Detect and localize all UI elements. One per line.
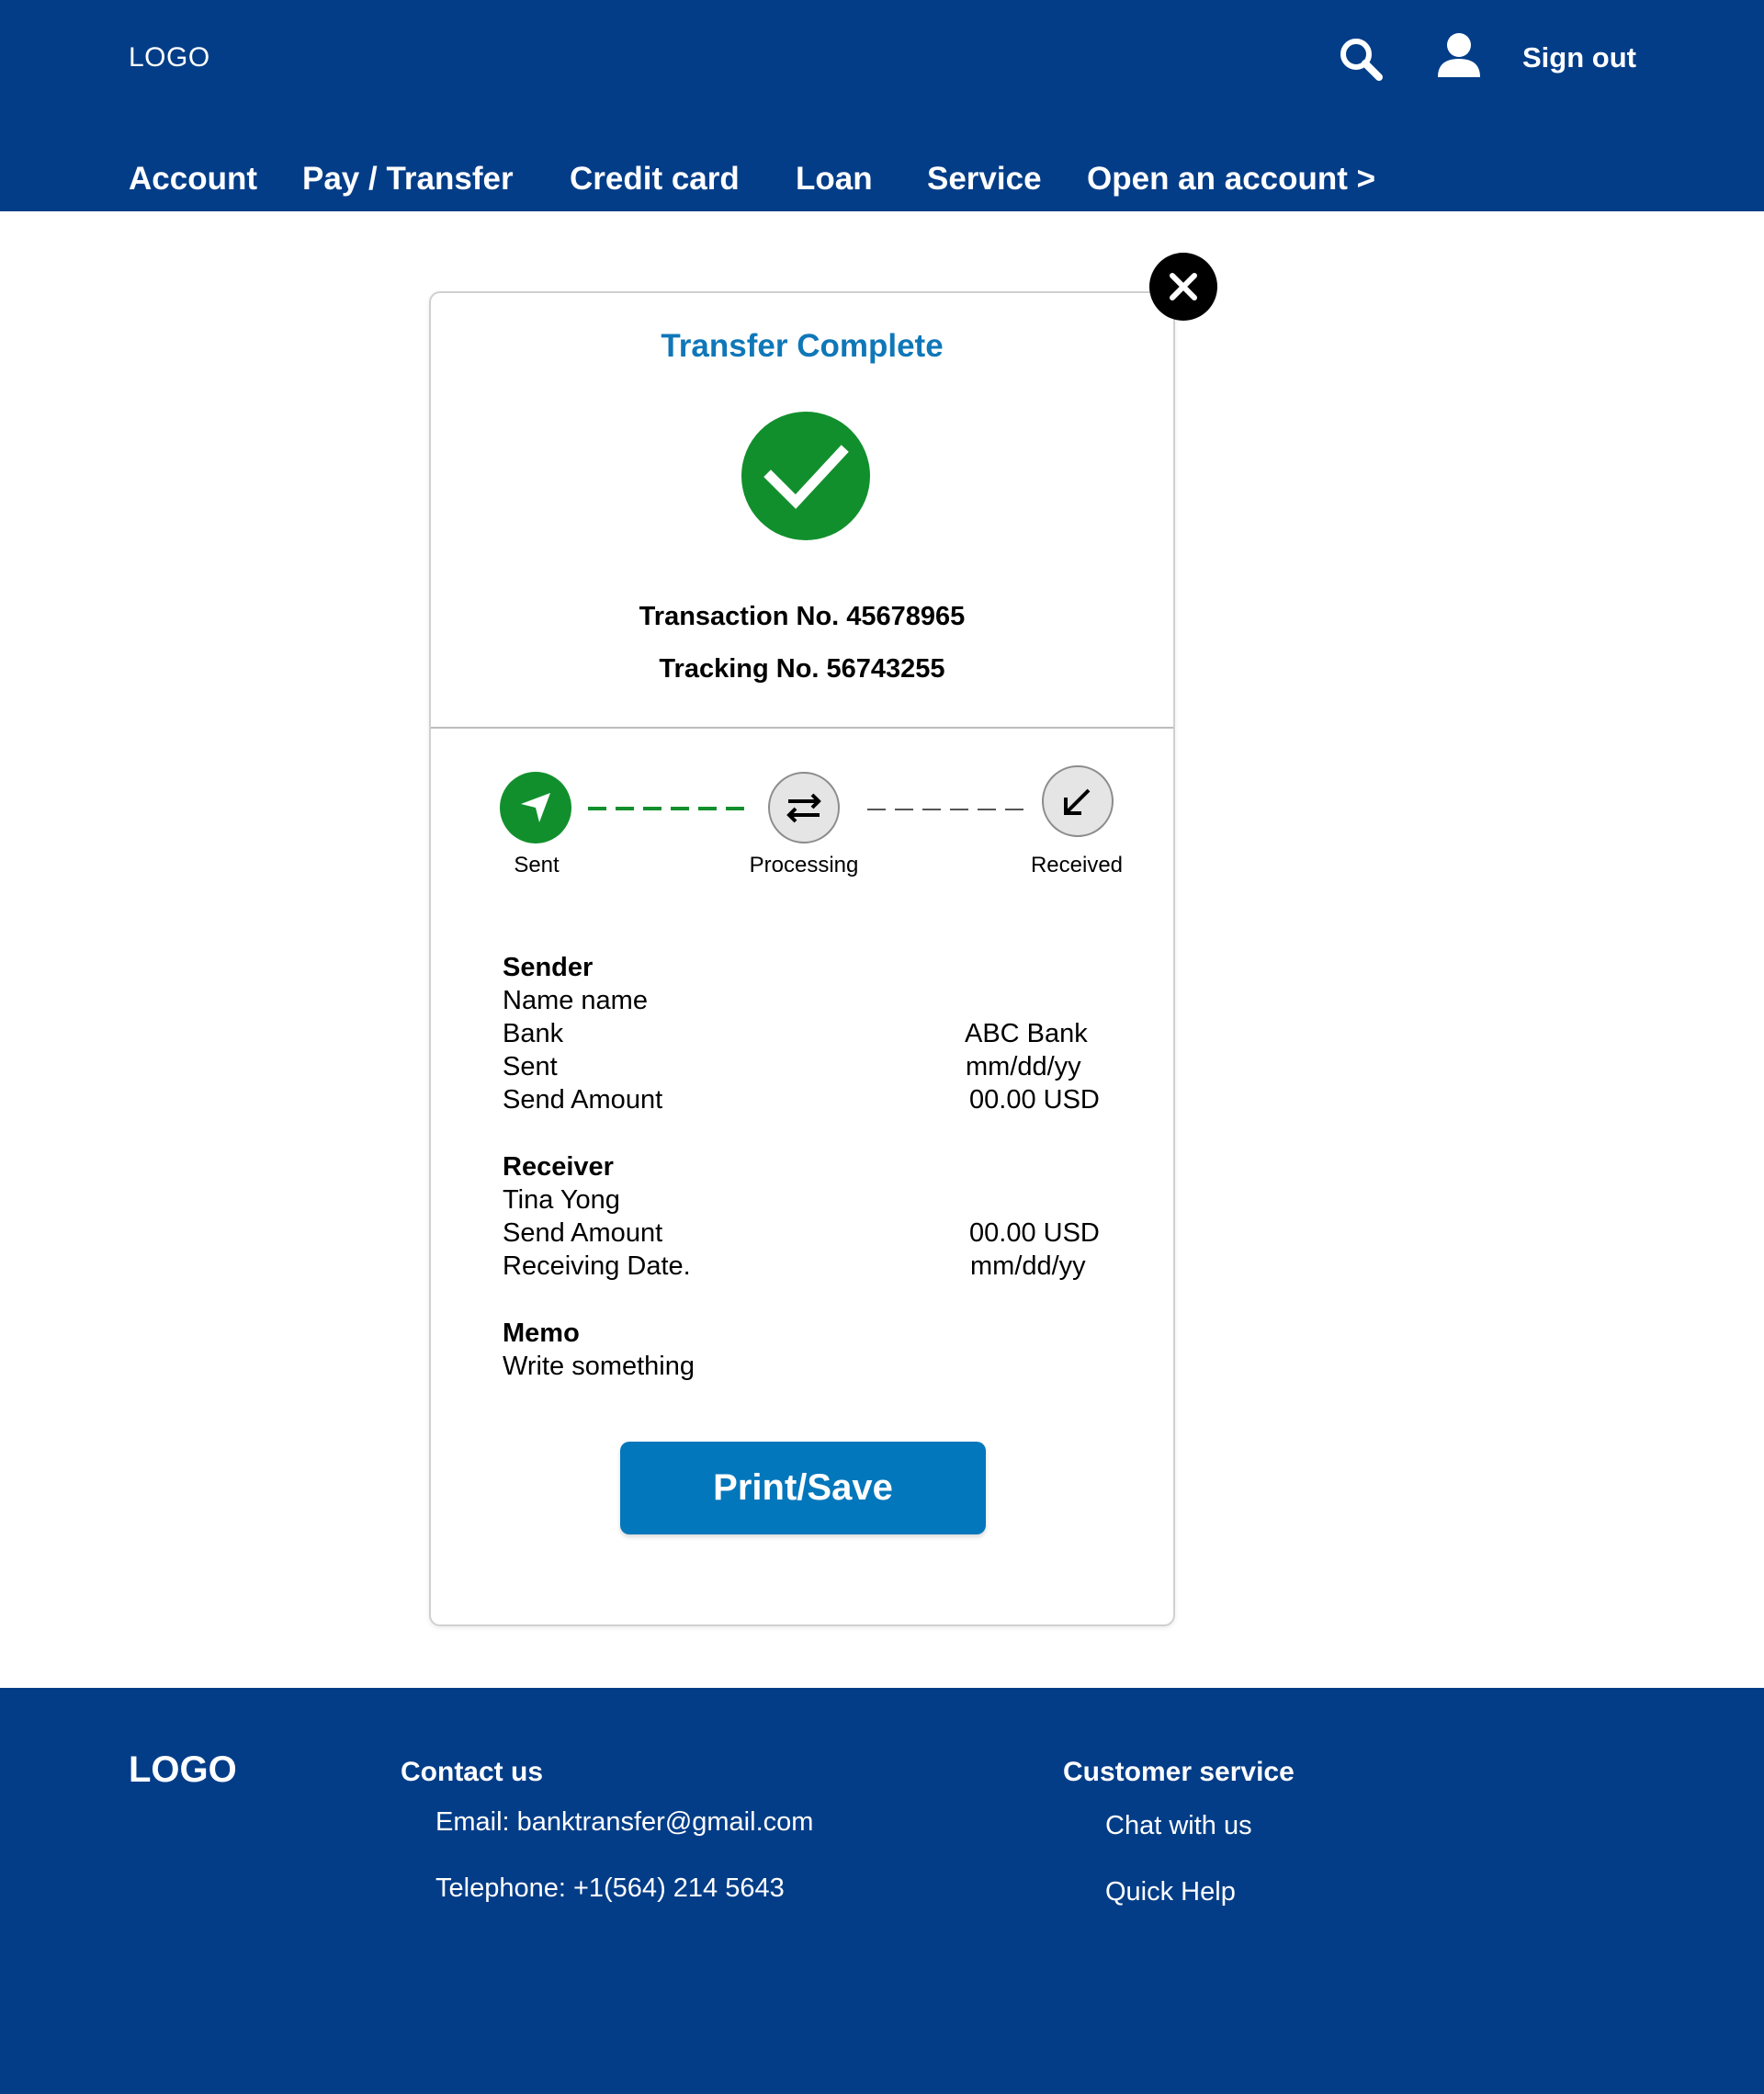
footer-logo[interactable]: LOGO bbox=[129, 1749, 237, 1791]
transfer-complete-modal: Transfer Complete Transaction No. 456789… bbox=[429, 291, 1175, 1626]
modal-title: Transfer Complete bbox=[661, 328, 944, 364]
tracking-number: Tracking No. 56743255 bbox=[659, 654, 945, 684]
nav-service[interactable]: Service bbox=[927, 161, 1042, 198]
receiver-amount-value: 00.00 USD bbox=[969, 1218, 1100, 1248]
user-icon[interactable] bbox=[1436, 31, 1482, 79]
receiver-date-value: mm/dd/yy bbox=[970, 1251, 1086, 1281]
nav-credit-card[interactable]: Credit card bbox=[570, 161, 740, 198]
nav-pay-transfer[interactable]: Pay / Transfer bbox=[302, 161, 514, 198]
sender-sent-value: mm/dd/yy bbox=[966, 1052, 1081, 1081]
close-modal-button[interactable] bbox=[1149, 253, 1217, 321]
contact-email[interactable]: Email: banktransfer@gmail.com bbox=[435, 1807, 813, 1838]
contact-telephone[interactable]: Telephone: +1(564) 214 5643 bbox=[435, 1873, 785, 1904]
transaction-number: Transaction No. 45678965 bbox=[639, 602, 966, 631]
receiver-name: Tina Yong bbox=[503, 1185, 620, 1215]
top-header: LOGO Sign out Account Pay / Transfer Cre… bbox=[0, 0, 1764, 211]
memo-heading: Memo bbox=[503, 1319, 580, 1348]
arrow-down-left-icon bbox=[1041, 764, 1114, 843]
memo-value: Write something bbox=[503, 1352, 695, 1381]
header-logo[interactable]: LOGO bbox=[129, 42, 210, 74]
step-label-processing: Processing bbox=[749, 853, 859, 877]
sender-name: Name name bbox=[503, 986, 648, 1015]
quick-help-link[interactable]: Quick Help bbox=[1105, 1877, 1236, 1907]
nav-open-account[interactable]: Open an account > bbox=[1087, 161, 1375, 198]
receiver-date-label: Receiving Date. bbox=[503, 1251, 691, 1281]
customer-service-heading: Customer service bbox=[1063, 1757, 1295, 1787]
step-label-sent: Sent bbox=[514, 853, 560, 877]
contact-heading: Contact us bbox=[401, 1757, 544, 1787]
sender-sent-label: Sent bbox=[503, 1052, 558, 1081]
search-icon[interactable] bbox=[1337, 35, 1385, 83]
print-save-button[interactable]: Print/Save bbox=[620, 1442, 986, 1534]
sender-bank-value: ABC Bank bbox=[965, 1019, 1088, 1048]
step-label-received: Received bbox=[1030, 853, 1124, 877]
progress-line-pending bbox=[867, 799, 1023, 816]
chat-with-us-link[interactable]: Chat with us bbox=[1105, 1811, 1252, 1841]
sender-amount-label: Send Amount bbox=[503, 1085, 663, 1115]
sender-bank-label: Bank bbox=[503, 1019, 564, 1048]
modal-divider bbox=[431, 727, 1173, 729]
sender-heading: Sender bbox=[503, 953, 594, 982]
transfer-arrows-icon bbox=[767, 771, 841, 849]
send-icon bbox=[499, 771, 572, 849]
close-icon bbox=[1170, 273, 1197, 300]
receiver-heading: Receiver bbox=[503, 1152, 614, 1182]
progress-line-complete bbox=[588, 799, 750, 816]
nav-loan[interactable]: Loan bbox=[796, 161, 873, 198]
sender-amount-value: 00.00 USD bbox=[969, 1085, 1100, 1115]
footer: LOGO Contact us Email: banktransfer@gmai… bbox=[0, 1688, 1764, 2094]
nav-account[interactable]: Account bbox=[129, 161, 257, 198]
sign-out-link[interactable]: Sign out bbox=[1522, 41, 1636, 74]
checkmark-success-icon bbox=[741, 411, 871, 541]
receiver-amount-label: Send Amount bbox=[503, 1218, 663, 1248]
